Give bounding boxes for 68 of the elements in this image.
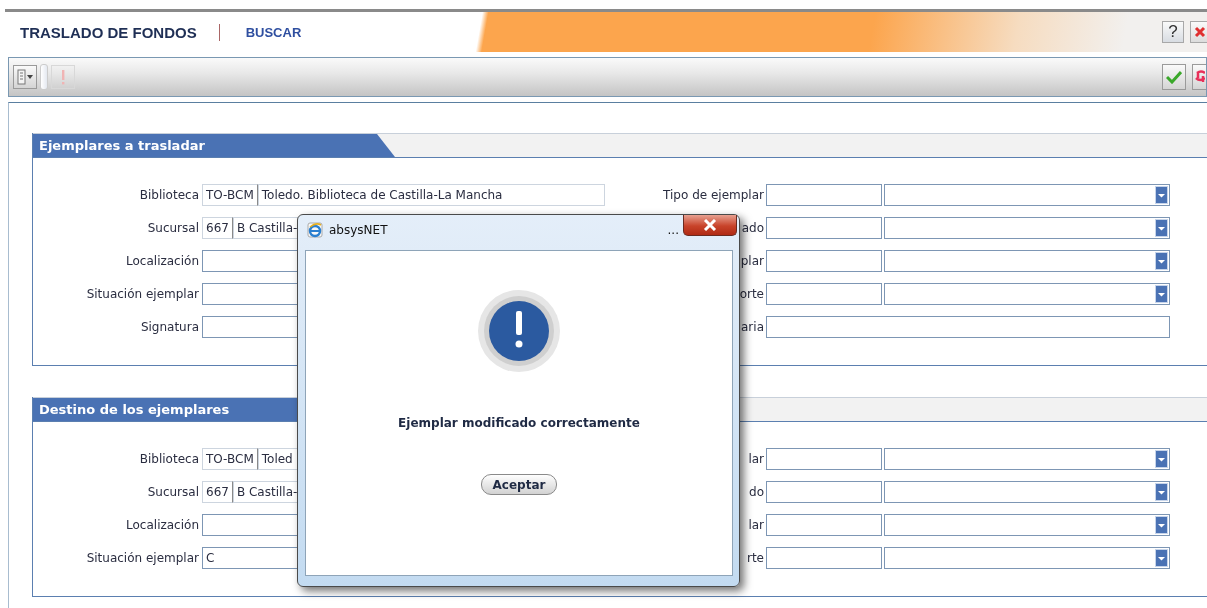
dropdown[interactable] — [884, 547, 1170, 569]
field-label: Sucursal — [147, 485, 199, 499]
close-button[interactable] — [683, 215, 737, 236]
field-label: rte — [746, 551, 764, 565]
field-label: ado — [741, 221, 764, 235]
dropdown-arrow-icon — [1155, 549, 1168, 567]
confirm-button[interactable] — [1162, 64, 1186, 90]
input-field[interactable]: TO-BCM — [202, 448, 258, 470]
field-label: Signatura — [140, 320, 199, 334]
dialog-title: absysNET — [329, 223, 388, 237]
field-label: Situación ejemplar — [86, 287, 199, 301]
field-label: Biblioteca — [139, 452, 199, 466]
page-title: TRASLADO DE FONDOS — [20, 23, 197, 41]
input-field[interactable] — [766, 514, 882, 536]
input-field[interactable]: 667 — [202, 217, 233, 239]
list-icon — [16, 69, 34, 85]
field-label: do — [749, 485, 764, 499]
dropdown[interactable] — [884, 514, 1170, 536]
dropdown-arrow-icon — [1155, 219, 1168, 237]
search-link[interactable]: BUSCAR — [245, 24, 302, 40]
input-field[interactable] — [766, 448, 882, 470]
dropdown[interactable] — [884, 481, 1170, 503]
dropdown-arrow-icon — [1155, 516, 1168, 534]
field-label: plar — [740, 254, 764, 268]
cancel-button[interactable] — [1192, 64, 1206, 90]
dropdown[interactable] — [884, 250, 1170, 272]
view-menu-button[interactable] — [13, 65, 37, 89]
input-field[interactable] — [766, 184, 882, 206]
dropdown-arrow-icon — [1155, 186, 1168, 204]
close-icon — [1194, 26, 1206, 38]
browser-icon — [307, 222, 323, 238]
help-button[interactable]: ? — [1162, 21, 1184, 43]
exclamation-icon — [477, 289, 561, 373]
field-label: lar — [748, 518, 764, 532]
field-label: Sucursal — [147, 221, 199, 235]
field-label: lar — [748, 452, 764, 466]
dropdown[interactable] — [884, 283, 1170, 305]
field-label: aria — [741, 320, 764, 334]
dialog-message: Ejemplar modificado correctamente — [398, 416, 640, 430]
input-field[interactable] — [766, 217, 882, 239]
dropdown-arrow-icon — [1155, 483, 1168, 501]
toolbar-grip[interactable] — [40, 64, 48, 90]
dropdown-arrow-icon — [1155, 252, 1168, 270]
input-field[interactable] — [766, 250, 882, 272]
input-field[interactable]: Toledo. Biblioteca de Castilla-La Mancha — [257, 184, 605, 206]
input-field[interactable] — [766, 481, 882, 503]
input-field[interactable] — [766, 283, 882, 305]
field-label: Situación ejemplar — [86, 551, 199, 565]
input-field[interactable] — [766, 547, 882, 569]
input-field[interactable] — [766, 316, 1170, 338]
exclamation-icon — [60, 69, 66, 85]
field-label: Biblioteca — [139, 188, 199, 202]
dropdown-arrow-icon — [1155, 450, 1168, 468]
field-label: Tipo de ejemplar — [663, 188, 764, 202]
dropdown[interactable] — [884, 448, 1170, 470]
accept-button[interactable]: Aceptar — [481, 474, 557, 495]
title-ellipsis: ... — [667, 223, 679, 237]
input-field[interactable]: 667 — [202, 481, 233, 503]
section-title: Ejemplares a trasladar — [33, 134, 395, 157]
field-label: Localización — [126, 254, 199, 268]
field-label: Localización — [126, 518, 199, 532]
close-icon — [703, 219, 717, 231]
dropdown-arrow-icon — [1155, 285, 1168, 303]
check-icon — [1166, 70, 1182, 84]
field-label: orte — [739, 287, 764, 301]
dropdown[interactable] — [884, 217, 1170, 239]
input-field[interactable]: TO-BCM — [202, 184, 258, 206]
dropdown[interactable] — [884, 184, 1170, 206]
